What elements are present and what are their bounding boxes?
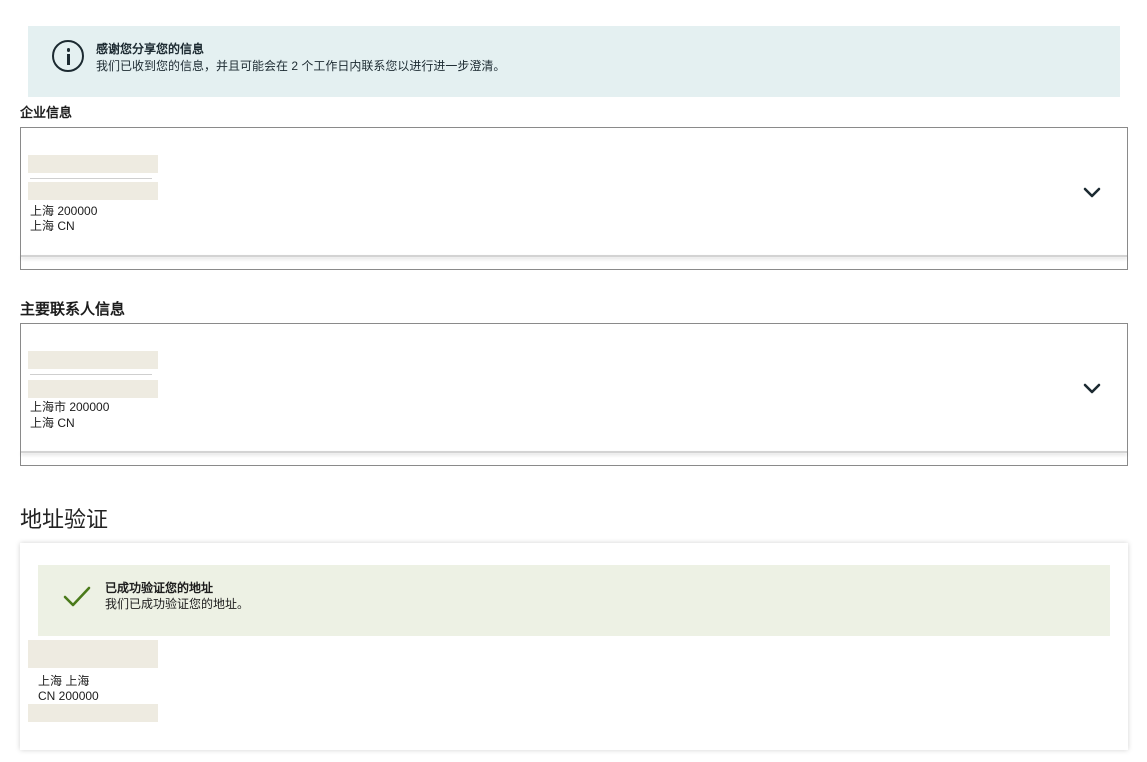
- chevron-down-icon[interactable]: [1083, 187, 1101, 199]
- chevron-down-icon[interactable]: [1083, 383, 1101, 395]
- redacted-field: [28, 640, 158, 668]
- verified-address-line1: 上海 上海: [38, 674, 90, 688]
- verified-address-line2: CN 200000: [38, 689, 99, 703]
- success-title: 已成功验证您的地址: [105, 581, 214, 595]
- redacted-field: [28, 380, 158, 398]
- info-banner-message: 我们已收到您的信息，并且可能会在 2 个工作日内联系您以进行进一步澄清。: [96, 59, 506, 73]
- contact-address-line2: 上海 CN: [30, 416, 75, 430]
- business-info-title: 企业信息: [20, 105, 73, 120]
- redacted-field: [28, 182, 158, 200]
- card-bottom-rule: [21, 255, 1127, 257]
- business-info-card[interactable]: 上海 200000 上海 CN: [20, 127, 1128, 270]
- page: 感谢您分享您的信息 我们已收到您的信息，并且可能会在 2 个工作日内联系您以进行…: [0, 0, 1147, 762]
- primary-contact-card[interactable]: 上海市 200000 上海 CN: [20, 323, 1128, 466]
- primary-contact-title: 主要联系人信息: [20, 301, 126, 318]
- divider: [30, 178, 152, 179]
- redacted-field: [28, 704, 158, 722]
- info-banner-title: 感谢您分享您的信息: [96, 42, 205, 56]
- redacted-field: [28, 155, 158, 173]
- business-address-line2: 上海 CN: [30, 219, 75, 233]
- check-icon: [63, 586, 91, 607]
- contact-address-line1: 上海市 200000: [30, 400, 110, 414]
- card-bottom-rule: [21, 451, 1127, 453]
- divider: [30, 374, 152, 375]
- info-icon: [52, 40, 84, 72]
- address-verification-title: 地址验证: [20, 507, 109, 532]
- redacted-field: [28, 351, 158, 369]
- success-message: 我们已成功验证您的地址。: [105, 597, 250, 611]
